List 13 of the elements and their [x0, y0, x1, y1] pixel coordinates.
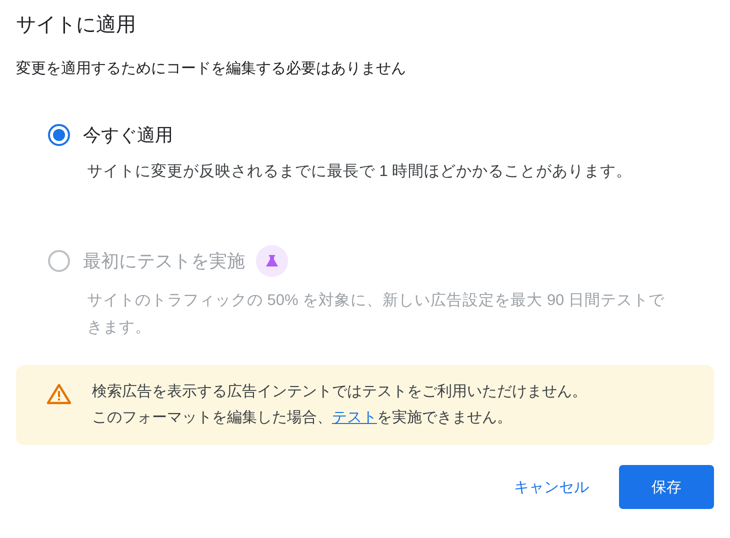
test-link[interactable]: テスト: [332, 409, 377, 426]
option-description: サイトのトラフィックの 50% を対象に、新しい広告設定を最大 90 日間テストできます。: [87, 291, 666, 338]
option-label: 最初にテストを実施: [83, 250, 245, 273]
option-description: サイトに変更が反映されるまでに最長で 1 時間ほどかかることがあります。: [87, 162, 634, 182]
warning-icon: [46, 383, 72, 405]
dialog-title: サイトに適用: [16, 13, 137, 38]
radio-button[interactable]: [48, 124, 70, 146]
save-button[interactable]: 保存: [619, 465, 714, 509]
cancel-button[interactable]: キャンセル: [504, 468, 599, 506]
notice-text: 検索広告を表示する広告インテントではテストをご利用いただけません。 このフォーマットを編集した場合、テスト を実施できません。: [92, 382, 587, 428]
dialog-subtitle: 変更を適用するためにコードを編集する必要はありません: [16, 59, 407, 79]
option-label: 今すぐ適用: [83, 124, 173, 147]
flask-icon: [256, 245, 288, 277]
